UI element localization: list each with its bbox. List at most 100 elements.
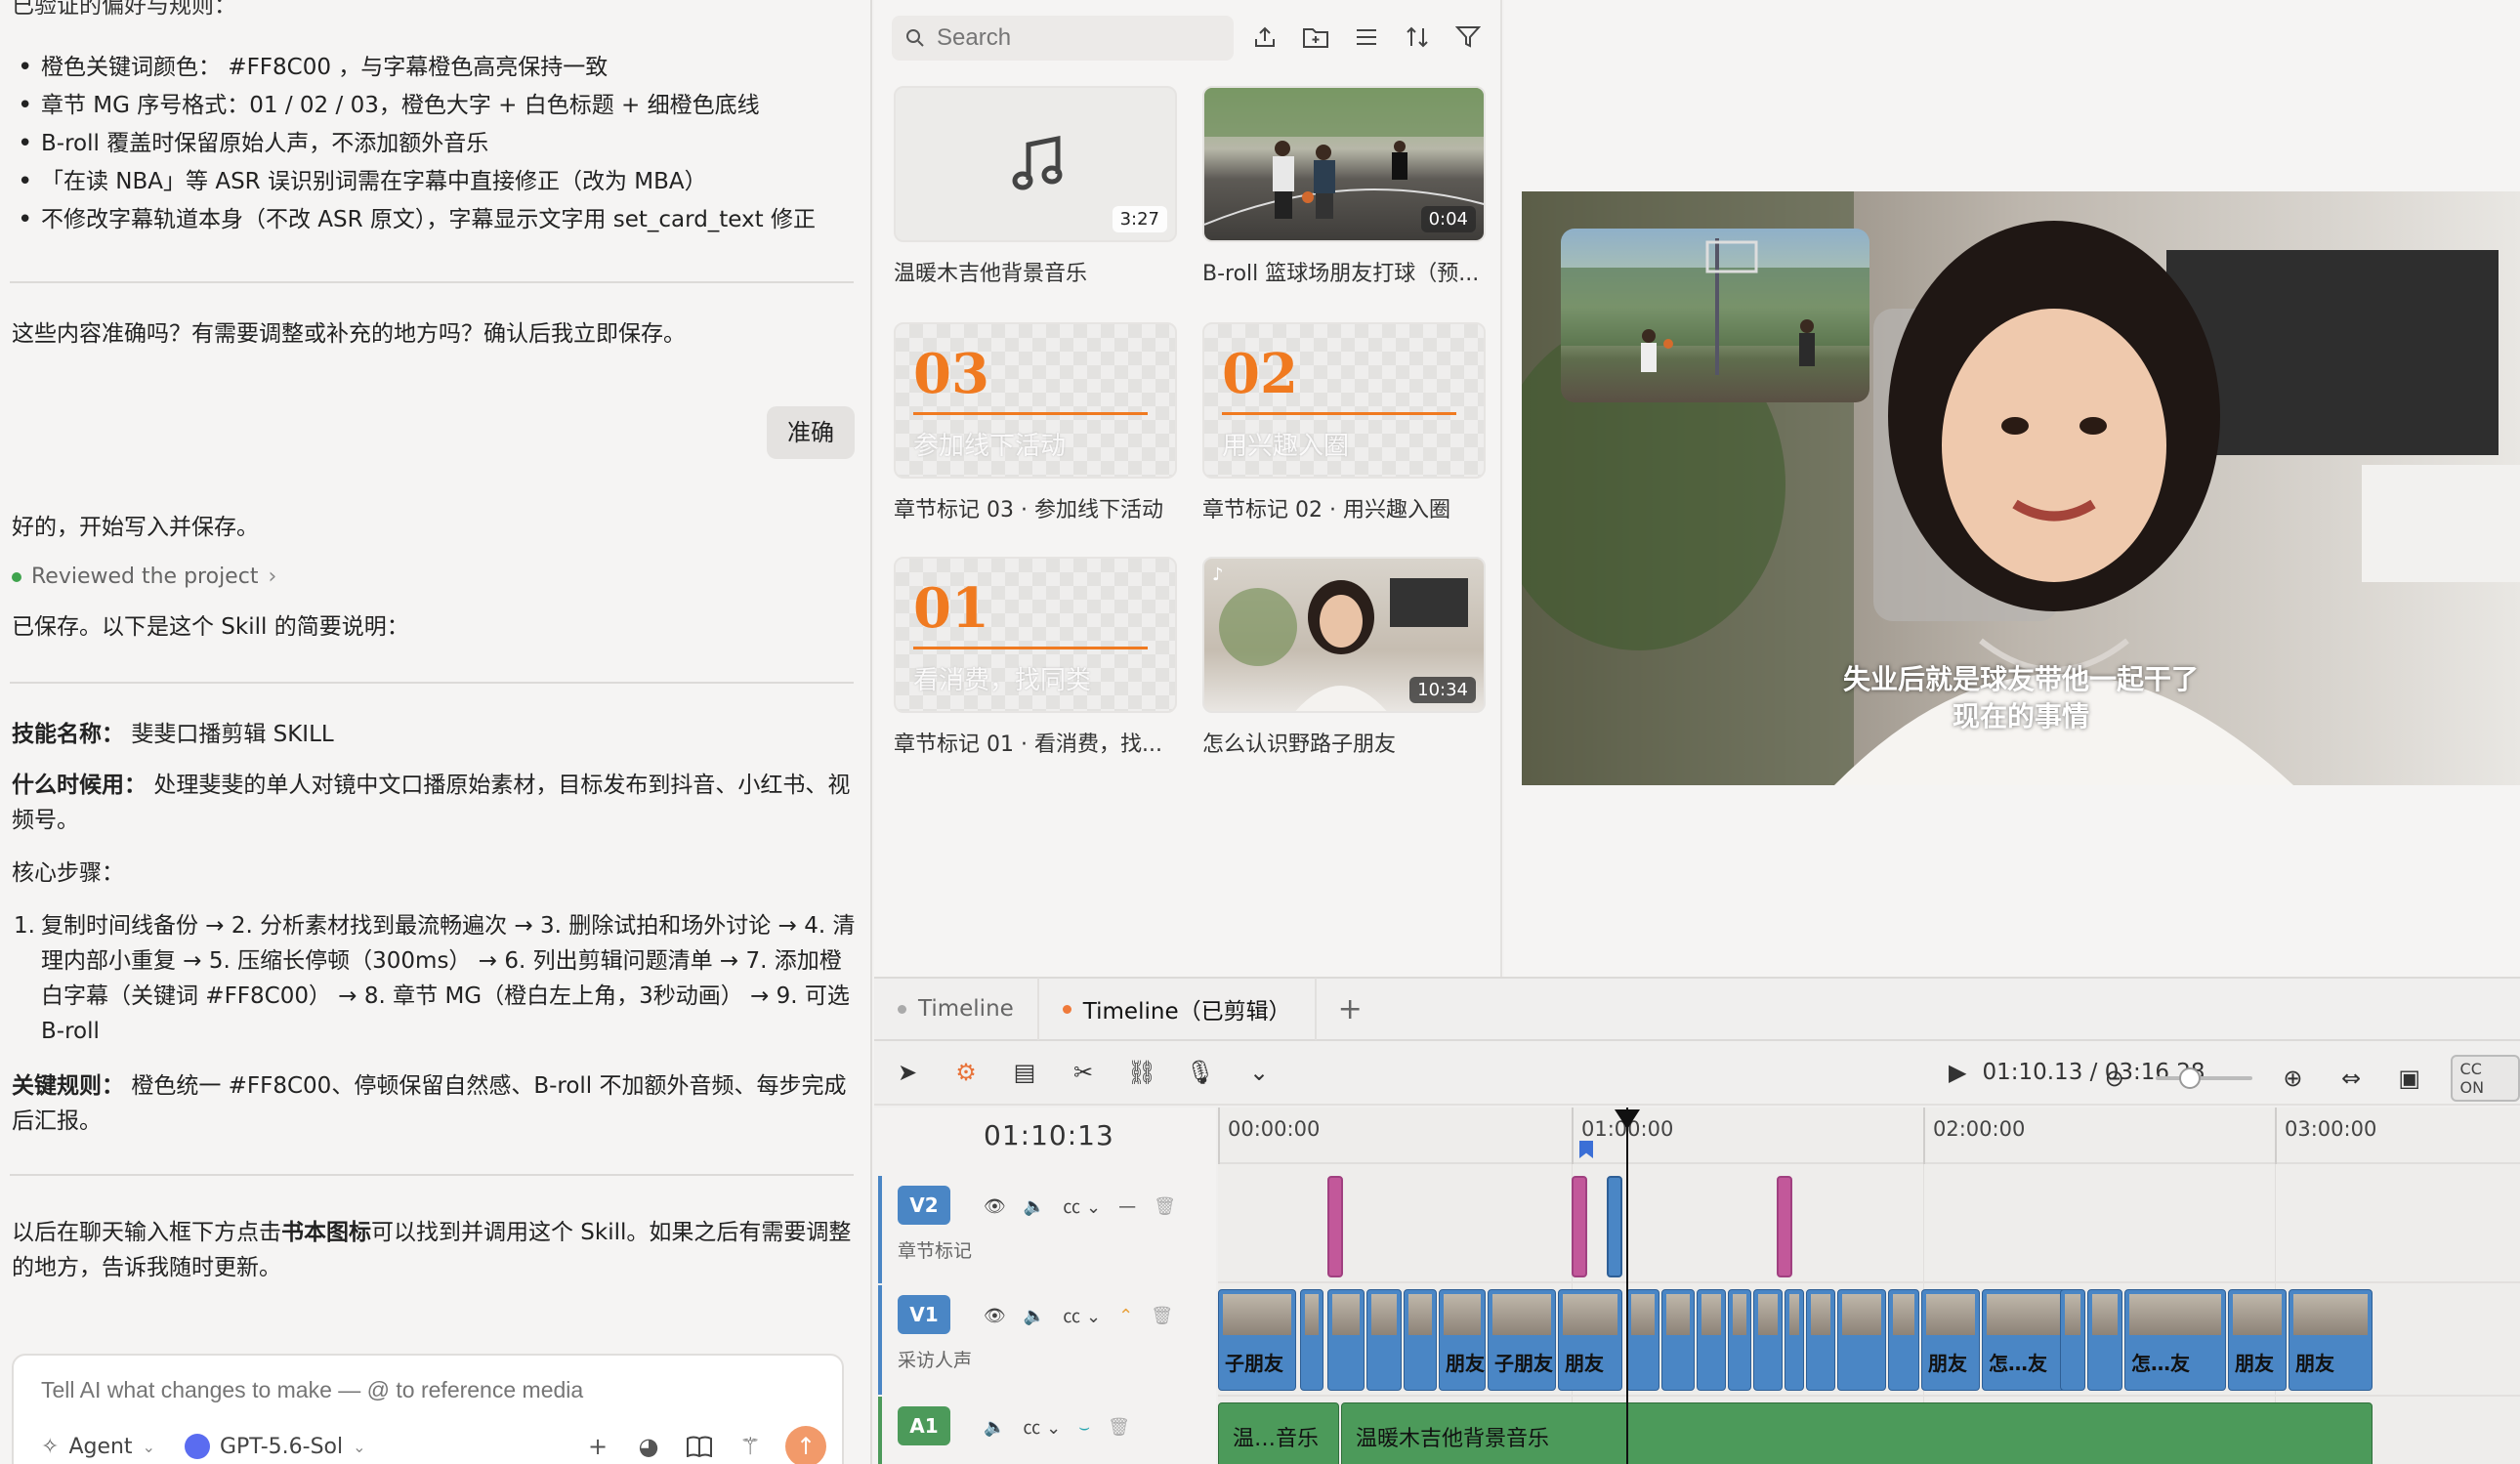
play-icon[interactable]: ▶: [1949, 1059, 1966, 1086]
timeline-tracks[interactable]: 00:00:00 01:00:00 02:00:00 03:00:00 子朋友朋…: [1218, 1108, 2520, 1464]
microphone-icon[interactable]: 🎙: [1183, 1055, 1218, 1090]
captions-icon[interactable]: ㏄ ⌄: [1063, 1193, 1101, 1219]
media-search-input[interactable]: [937, 24, 1210, 52]
auto-edit-icon[interactable]: ⚙: [948, 1055, 984, 1090]
footer-hint-bold: 书本图标: [281, 1220, 371, 1245]
sort-icon[interactable]: [1403, 20, 1432, 55]
time-ruler[interactable]: 00:00:00 01:00:00 02:00:00 03:00:00: [1218, 1108, 2520, 1164]
video-clip[interactable]: [1626, 1289, 1659, 1391]
video-clip[interactable]: 子朋友: [1488, 1289, 1556, 1391]
tool-status[interactable]: Reviewed the project ›: [12, 565, 276, 589]
media-item[interactable]: ♪ 10:34 怎么认识野路子朋友: [1202, 557, 1486, 758]
video-clip[interactable]: [1888, 1289, 1919, 1391]
video-clip[interactable]: [1728, 1289, 1751, 1391]
book-icon[interactable]: [684, 1431, 715, 1462]
video-clip[interactable]: 子朋友: [1218, 1289, 1296, 1391]
track-badge[interactable]: V2: [898, 1186, 950, 1225]
chapter-clip[interactable]: [1327, 1176, 1343, 1277]
zoom-slider-knob[interactable]: [2178, 1067, 2201, 1089]
composer-tools: + ◕ ⚚ ↑: [582, 1426, 826, 1464]
audio-fade-icon[interactable]: ⌣: [1078, 1417, 1090, 1438]
list-view-icon[interactable]: [1352, 20, 1381, 55]
tab-timeline-edited[interactable]: Timeline（已剪辑）: [1039, 978, 1317, 1040]
eye-icon[interactable]: 👁: [984, 1196, 1006, 1217]
media-item[interactable]: 3:27 温暖木吉他背景音乐: [894, 86, 1177, 287]
media-thumbnail: 03 参加线下活动: [894, 322, 1177, 479]
video-clip[interactable]: [1697, 1289, 1726, 1391]
tab-timeline[interactable]: Timeline: [874, 978, 1039, 1040]
video-clip[interactable]: [1753, 1289, 1783, 1391]
video-clip[interactable]: [1366, 1289, 1402, 1391]
audio-clip[interactable]: 温暖木吉他背景音乐: [1341, 1402, 2373, 1464]
audio-clip[interactable]: 温…音乐: [1218, 1402, 1339, 1464]
video-clip[interactable]: [1300, 1289, 1323, 1391]
plus-icon[interactable]: +: [582, 1431, 613, 1462]
video-clip[interactable]: 朋友: [1921, 1289, 1980, 1391]
video-clip[interactable]: [1785, 1289, 1804, 1391]
filter-icon[interactable]: [1453, 20, 1483, 55]
zoom-slider[interactable]: [2155, 1067, 2252, 1089]
video-clip[interactable]: 朋友: [1558, 1289, 1622, 1391]
video-clip[interactable]: [1837, 1289, 1886, 1391]
key-rules-text: 橙色统一 #FF8C00、停顿保留自然感、B-roll 不加额外音频、每步完成后…: [12, 1073, 847, 1134]
new-folder-icon[interactable]: [1301, 20, 1330, 55]
video-clip[interactable]: 朋友: [1439, 1289, 1486, 1391]
track-badge[interactable]: V1: [898, 1295, 950, 1334]
zoom-in-icon[interactable]: ⊕: [2276, 1061, 2311, 1096]
chapter-clip[interactable]: [1572, 1176, 1587, 1277]
speaker-icon[interactable]: 🔈: [984, 1417, 1005, 1438]
media-item[interactable]: 03 参加线下活动 章节标记 03 · 参加线下活动: [894, 322, 1177, 523]
media-item[interactable]: 02 用兴趣入圈 章节标记 02 · 用兴趣入圈: [1202, 322, 1486, 523]
subtitle-line: 失业后就是球友带他一起干了: [1842, 663, 2199, 695]
chat-input[interactable]: [41, 1377, 803, 1403]
zoom-out-icon[interactable]: ⊖: [2097, 1061, 2132, 1096]
track-badge[interactable]: A1: [898, 1406, 950, 1445]
palette-icon[interactable]: ◕: [633, 1431, 664, 1462]
video-clip[interactable]: [1806, 1289, 1835, 1391]
trash-icon[interactable]: 🗑: [1108, 1417, 1130, 1438]
captions-icon[interactable]: ㏄ ⌄: [1023, 1414, 1061, 1440]
fit-width-icon[interactable]: ⇔: [2333, 1061, 2369, 1096]
video-frame[interactable]: 失业后就是球友带他一起干了 现在的事情: [1522, 191, 2520, 785]
video-clip[interactable]: [1404, 1289, 1437, 1391]
video-clip[interactable]: [2060, 1289, 2085, 1391]
speaker-icon[interactable]: 🔈: [1024, 1306, 1045, 1326]
layout-icon[interactable]: ▣: [2392, 1061, 2427, 1096]
film-strip-icon[interactable]: ▤: [1007, 1055, 1042, 1090]
captions-icon[interactable]: ㏄ ⌄: [1063, 1303, 1101, 1328]
trash-icon[interactable]: 🗑: [1154, 1196, 1176, 1217]
media-item[interactable]: 0:04 B-roll 篮球场朋友打球（预...: [1202, 86, 1486, 287]
eye-icon[interactable]: 👁: [984, 1306, 1006, 1326]
rule-item: 橙色关键词颜色： #FF8C00 ，与字幕橙色高亮保持一致: [14, 49, 816, 87]
select-pointer-icon[interactable]: ➤: [890, 1055, 925, 1090]
video-clip[interactable]: [1661, 1289, 1695, 1391]
agent-mode-select[interactable]: Agent: [68, 1435, 132, 1459]
video-clip[interactable]: [1327, 1289, 1365, 1391]
model-select[interactable]: GPT-5.6-Sol: [220, 1435, 343, 1459]
playhead[interactable]: [1626, 1108, 1628, 1464]
track-separator: [1218, 1281, 2520, 1283]
send-button[interactable]: ↑: [785, 1426, 826, 1464]
media-item[interactable]: 01 看消费，找同类 章节标记 01 · 看消费，找...: [894, 557, 1177, 758]
video-clip[interactable]: [2087, 1289, 2122, 1391]
add-tab-button[interactable]: +: [1317, 992, 1384, 1026]
upload-icon[interactable]: [1250, 20, 1280, 55]
timeline-panel: Timeline Timeline（已剪辑） + ➤ ⚙ ▤ ✂ ⛓ 🎙 ⌄ ▶…: [874, 977, 2520, 1464]
waveform-icon[interactable]: ⌃: [1118, 1306, 1133, 1326]
scissors-icon[interactable]: ✂: [1066, 1055, 1101, 1090]
chevron-down-icon[interactable]: ⌄: [1241, 1055, 1277, 1090]
magic-wand-icon[interactable]: ⚚: [735, 1431, 766, 1462]
captions-toggle[interactable]: CC ON: [2450, 1055, 2520, 1102]
footer-hint: 以后在聊天输入框下方点击书本图标可以找到并调用这个 Skill。如果之后有需要调…: [12, 1215, 854, 1285]
broll-overlay[interactable]: [1561, 229, 1869, 402]
link-icon[interactable]: ⛓: [1124, 1055, 1159, 1090]
speaker-icon[interactable]: 🔈: [1024, 1196, 1045, 1217]
trash-icon[interactable]: 🗑: [1151, 1306, 1173, 1326]
broll-clip[interactable]: [1607, 1176, 1622, 1277]
chapter-clip[interactable]: [1777, 1176, 1792, 1277]
video-clip[interactable]: 怎…友: [2124, 1289, 2226, 1391]
minus-icon[interactable]: —: [1118, 1196, 1136, 1217]
video-clip[interactable]: 朋友: [2228, 1289, 2287, 1391]
video-clip[interactable]: 朋友: [2289, 1289, 2373, 1391]
subtitle-line: 现在的事情: [1952, 700, 2089, 732]
